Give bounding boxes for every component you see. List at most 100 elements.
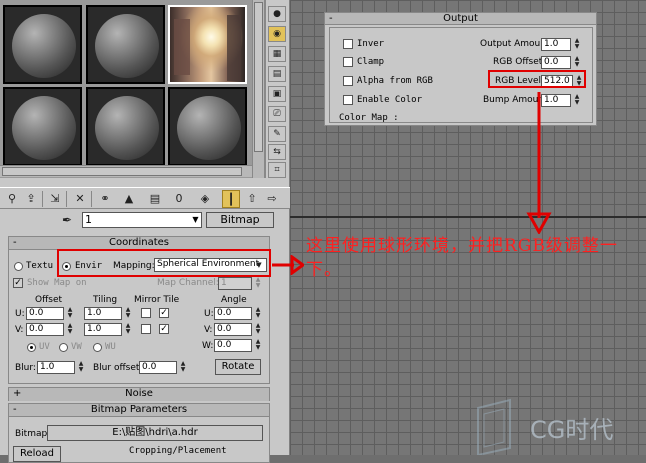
u-tiling-field[interactable]: 1.0 bbox=[84, 307, 122, 320]
clamp-label: Clamp bbox=[357, 57, 385, 67]
w-angle-spinner[interactable]: ▲ ▼ bbox=[254, 339, 262, 352]
material-sphere bbox=[12, 96, 76, 160]
blur-offset-spinner[interactable]: ▲ ▼ bbox=[179, 361, 187, 374]
toolbar-separator bbox=[91, 191, 92, 207]
material-sphere bbox=[12, 14, 76, 78]
output-amount-spinner[interactable]: ▲ ▼ bbox=[573, 38, 581, 51]
material-sphere bbox=[177, 96, 241, 160]
u-offset-field[interactable]: 0.0 bbox=[26, 307, 64, 320]
bitmap-label: Bitmap: bbox=[15, 429, 51, 439]
bitmap-parameters-header[interactable]: - Bitmap Parameters bbox=[9, 404, 269, 417]
sample-slot-active[interactable] bbox=[168, 5, 247, 84]
show-end-result-icon[interactable]: ┃ bbox=[222, 190, 240, 208]
make-preview-icon[interactable]: ⎚ bbox=[268, 106, 286, 122]
alpha-from-rgb-checkbox[interactable] bbox=[343, 76, 353, 86]
map-channel-spinner[interactable]: ▲ ▼ bbox=[254, 277, 262, 290]
v-offset-field[interactable]: 0.0 bbox=[26, 323, 64, 336]
rgb-offset-spinner[interactable]: ▲ ▼ bbox=[573, 56, 581, 69]
rgb-offset-field[interactable]: 0.0 bbox=[541, 56, 571, 69]
blur-field[interactable]: 1.0 bbox=[37, 361, 75, 374]
sample-type-icon[interactable]: ● bbox=[268, 6, 286, 22]
bitmap-parameters-title: Bitmap Parameters bbox=[90, 404, 188, 415]
slots-vertical-scrollbar[interactable] bbox=[252, 0, 264, 178]
bitmap-parameters-rollout: - Bitmap Parameters Bitmap: E:\贴图\hdri\a… bbox=[8, 403, 270, 463]
output-rollout-header[interactable]: - Output bbox=[325, 13, 596, 25]
show-map-on-label: Show Map on bbox=[27, 278, 87, 288]
u-angle-field[interactable]: 0.0 bbox=[214, 307, 252, 320]
v-angle-label: V: bbox=[204, 325, 213, 335]
v-tiling-field[interactable]: 1.0 bbox=[84, 323, 122, 336]
show-map-in-viewport-icon[interactable]: ◈ bbox=[196, 190, 214, 208]
w-angle-field[interactable]: 0.0 bbox=[214, 339, 252, 352]
chevron-down-icon[interactable]: ▼ bbox=[190, 213, 201, 227]
material-type-button[interactable]: Bitmap bbox=[206, 212, 274, 228]
blur-offset-field[interactable]: 0.0 bbox=[139, 361, 177, 374]
scrollbar-thumb[interactable] bbox=[254, 2, 263, 152]
go-forward-to-sibling-icon[interactable]: ⇨ bbox=[263, 190, 281, 208]
map-channel-label: Map Channel: bbox=[157, 278, 219, 288]
options-icon[interactable]: ✎ bbox=[268, 126, 286, 142]
texture-radio[interactable] bbox=[14, 262, 23, 271]
sample-slot[interactable] bbox=[3, 5, 82, 84]
material-map-navigator-icon[interactable]: ⌗ bbox=[268, 162, 286, 178]
blur-spinner[interactable]: ▲ ▼ bbox=[77, 361, 85, 374]
v-angle-field[interactable]: 0.0 bbox=[214, 323, 252, 336]
enable-color-label: Enable Color bbox=[357, 95, 423, 105]
sample-slot[interactable] bbox=[3, 87, 82, 166]
u-angle-spinner[interactable]: ▲ ▼ bbox=[254, 307, 262, 320]
v-offset-spinner[interactable]: ▲ ▼ bbox=[66, 323, 74, 336]
uv-radio[interactable] bbox=[27, 343, 36, 352]
v-tile-checkbox[interactable]: ✓ bbox=[159, 324, 169, 334]
rgb-level-highlight-box bbox=[488, 70, 586, 88]
go-to-parent-icon[interactable]: ⇧ bbox=[243, 190, 261, 208]
assign-to-selection-icon[interactable]: ⇲ bbox=[46, 190, 64, 208]
map-channel-field[interactable]: 1 bbox=[218, 277, 252, 290]
hdr-preview-column bbox=[227, 15, 241, 81]
sample-uv-tiling-icon[interactable]: ▤ bbox=[268, 66, 286, 82]
invert-checkbox[interactable] bbox=[343, 39, 353, 49]
background-icon[interactable]: ▦ bbox=[268, 46, 286, 62]
grid-horizon-line bbox=[290, 216, 646, 218]
clamp-checkbox[interactable] bbox=[343, 57, 353, 67]
scrollbar-thumb[interactable] bbox=[2, 167, 242, 176]
rgb-offset-label: RGB Offset: bbox=[493, 57, 546, 67]
backlight-icon[interactable]: ◉ bbox=[268, 26, 286, 42]
sample-slot[interactable] bbox=[86, 5, 165, 84]
collapse-icon: - bbox=[13, 237, 17, 248]
u-angle-label: U: bbox=[204, 309, 214, 319]
v-tiling-spinner[interactable]: ▲ ▼ bbox=[124, 323, 132, 336]
noise-rollout-header[interactable]: + Noise bbox=[9, 388, 269, 401]
u-tiling-spinner[interactable]: ▲ ▼ bbox=[124, 307, 132, 320]
video-color-check-icon[interactable]: ▣ bbox=[268, 86, 286, 102]
u-tile-checkbox[interactable]: ✓ bbox=[159, 308, 169, 318]
bitmap-path-button[interactable]: E:\贴图\hdri\a.hdr bbox=[47, 425, 263, 441]
select-by-material-icon[interactable]: ⇆ bbox=[268, 144, 286, 160]
put-to-scene-icon[interactable]: ⇪ bbox=[22, 190, 40, 208]
enable-color-checkbox[interactable] bbox=[343, 95, 353, 105]
bump-amount-spinner[interactable]: ▲ ▼ bbox=[573, 94, 581, 107]
v-mirror-checkbox[interactable] bbox=[141, 324, 151, 334]
rotate-button[interactable]: Rotate bbox=[215, 359, 261, 375]
wu-radio[interactable] bbox=[93, 343, 102, 352]
make-unique-icon[interactable]: ▲ bbox=[120, 190, 138, 208]
reload-button[interactable]: Reload bbox=[13, 446, 61, 462]
reset-map-icon[interactable]: ✕ bbox=[71, 190, 89, 208]
u-mirror-checkbox[interactable] bbox=[141, 308, 151, 318]
noise-rollout[interactable]: + Noise bbox=[8, 387, 270, 401]
put-to-library-icon[interactable]: ▤ bbox=[146, 190, 164, 208]
get-material-icon[interactable]: ⚲ bbox=[3, 190, 21, 208]
offset-label: Offset bbox=[35, 295, 63, 305]
vw-radio[interactable] bbox=[59, 343, 68, 352]
output-amount-field[interactable]: 1.0 bbox=[541, 38, 571, 51]
sample-slot[interactable] bbox=[86, 87, 165, 166]
show-map-on-checkbox[interactable]: ✓ bbox=[13, 278, 23, 288]
sample-slot[interactable] bbox=[168, 87, 247, 166]
tiling-label: Tiling bbox=[93, 295, 118, 305]
copy-material-icon[interactable]: ⚭ bbox=[96, 190, 114, 208]
slots-horizontal-scrollbar[interactable] bbox=[0, 165, 252, 177]
v-angle-spinner[interactable]: ▲ ▼ bbox=[254, 323, 262, 336]
material-name-input[interactable]: 1 bbox=[82, 212, 202, 228]
pick-material-icon[interactable]: ✒ bbox=[62, 213, 72, 227]
material-id-icon[interactable]: 0 bbox=[170, 190, 188, 208]
u-offset-spinner[interactable]: ▲ ▼ bbox=[66, 307, 74, 320]
